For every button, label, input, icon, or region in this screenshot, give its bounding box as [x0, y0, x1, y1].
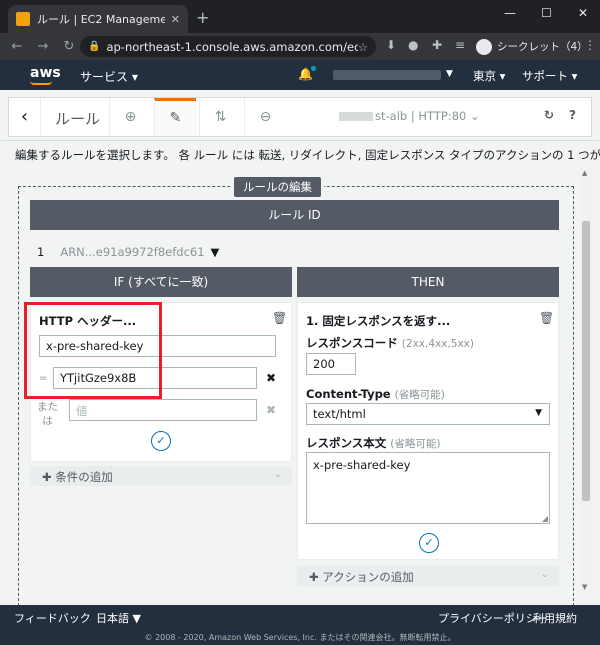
console-footer: フィードバック 日本語 ▼ プライバシーポリシー 利用規約 © 2008 - 2…: [0, 605, 600, 645]
info-text: 編集するルールを選択します。 各 ルール には 転送, リダイレクト, 固定レス…: [0, 140, 600, 167]
add-condition-button[interactable]: ✚ 条件の追加 ⌄: [30, 466, 292, 486]
if-header: IF (すべてに一致): [30, 267, 292, 297]
help-icon[interactable]: ?: [569, 108, 576, 122]
url-text: ap-northeast-1.console.aws.amazon.com/ec…: [106, 39, 358, 54]
response-body-text: x-pre-shared-key: [313, 458, 411, 472]
highlight-annotation-box: [24, 302, 162, 399]
incognito-icon: [476, 38, 492, 55]
remove-value-icon[interactable]: ✖: [266, 371, 276, 385]
incognito-indicator[interactable]: シークレット（4）: [476, 37, 588, 56]
content-type-select[interactable]: text/html ▼: [306, 403, 550, 425]
lb-name-suffix: st-alb: [375, 109, 408, 123]
feedback-link[interactable]: フィードバック: [14, 610, 91, 626]
add-condition-label: ✚ 条件の追加: [42, 470, 113, 484]
aws-smile-icon: [30, 81, 52, 85]
reading-list-icon[interactable]: ≡: [455, 38, 465, 52]
browser-toolbar: ← → ↻ 🔒 ap-northeast-1.console.aws.amazo…: [0, 33, 600, 60]
back-button[interactable]: ‹: [9, 98, 41, 136]
rule-number: 1: [37, 245, 45, 259]
page-scrollbar[interactable]: ▲ ▼: [580, 167, 592, 593]
or-label: または: [37, 401, 58, 427]
edit-rule-icon[interactable]: ✎: [154, 98, 196, 136]
tab-close-icon[interactable]: ✕: [171, 13, 180, 26]
content-type-label: Content-Type (省略可能): [306, 387, 445, 401]
services-menu[interactable]: サービス ▾: [80, 68, 138, 85]
delete-action-icon[interactable]: 🗑: [539, 311, 554, 325]
confirm-condition-icon[interactable]: ✓: [151, 431, 171, 451]
extensions-puzzle-icon[interactable]: ✚: [432, 38, 442, 52]
refresh-icon[interactable]: ↻: [544, 108, 554, 122]
rules-title: ルール: [55, 110, 101, 128]
bookmark-star-icon[interactable]: ☆: [358, 40, 368, 54]
rule-arn-row[interactable]: 1 ARN...e91a9972f8efdc61 ▼: [37, 245, 219, 259]
reorder-rules-icon[interactable]: ⇅: [199, 98, 241, 136]
lock-icon: 🔒: [88, 41, 101, 52]
edit-rule-legend: ルールの編集: [234, 177, 321, 197]
chevron-down-icon: ⌄: [273, 469, 282, 480]
arn-dropdown-icon[interactable]: ▼: [211, 245, 220, 259]
support-menu[interactable]: サポート ▾: [522, 68, 577, 84]
add-action-button[interactable]: ✚ アクションの追加 ⌄: [297, 566, 559, 586]
account-name-redacted[interactable]: [333, 70, 441, 80]
rule-arn: ARN...e91a9972f8efdc61: [60, 245, 205, 259]
aws-console-header: aws サービス ▾ 🔔 ▼ 東京 ▾ サポート ▾: [0, 60, 600, 90]
content-type-value: text/html: [313, 407, 366, 421]
address-bar[interactable]: 🔒 ap-northeast-1.console.aws.amazon.com/…: [80, 36, 376, 57]
aws-logo-text: aws: [30, 65, 61, 81]
scroll-up-icon[interactable]: ▲: [582, 169, 587, 177]
chevron-down-icon: ⌄: [540, 569, 549, 580]
rule-id-header: ルール ID: [30, 200, 559, 230]
aws-favicon-icon: [16, 12, 30, 26]
region-menu[interactable]: 東京 ▾: [473, 68, 505, 84]
remove-empty-value-icon[interactable]: ✖: [266, 403, 276, 417]
aws-logo[interactable]: aws: [30, 65, 61, 85]
reload-icon[interactable]: ↻: [56, 39, 82, 54]
additional-value-input[interactable]: 値: [69, 399, 257, 421]
response-body-label: レスポンス本文 (省略可能): [306, 436, 441, 450]
rules-toolbar: ‹ ルール ⊕ ✎ ⇅ ⊖ st-alb | HTTP:80 ⌄ ↻ ?: [0, 90, 600, 140]
response-body-textarea[interactable]: x-pre-shared-key ◢: [306, 452, 550, 524]
new-tab-icon[interactable]: +: [196, 8, 209, 27]
add-action-label: ✚ アクションの追加: [309, 570, 414, 584]
response-code-label: レスポンスコード (2xx,4xx,5xx): [306, 336, 474, 350]
resize-handle-icon[interactable]: ◢: [542, 514, 548, 523]
incognito-label: シークレット（4）: [497, 41, 588, 53]
language-selector[interactable]: 日本語 ▼: [96, 610, 141, 626]
account-caret-icon[interactable]: ▼: [446, 69, 453, 79]
extension-download-icon[interactable]: ⬇: [386, 38, 396, 52]
browser-tab-strip: ルール | EC2 Management Console ✕ + — ☐ ✕: [0, 0, 600, 33]
listener-label: | HTTP:80 ⌄: [410, 109, 480, 123]
back-icon[interactable]: ←: [4, 39, 30, 54]
confirm-action-icon[interactable]: ✓: [419, 533, 439, 553]
tab-title: ルール | EC2 Management Console: [37, 13, 165, 26]
forward-icon[interactable]: →: [30, 39, 56, 54]
maximize-icon[interactable]: ☐: [541, 6, 552, 20]
then-header: THEN: [297, 267, 559, 297]
add-rule-icon[interactable]: ⊕: [109, 98, 151, 136]
terms-link[interactable]: 利用規約: [533, 610, 577, 626]
lb-name-redacted: [339, 111, 373, 121]
browser-menu-icon[interactable]: ⋮: [584, 38, 596, 52]
action-title: 1. 固定レスポンスを返す...: [306, 314, 451, 328]
select-arrow-icon: ▼: [535, 408, 542, 418]
action-card: 1. 固定レスポンスを返す... 🗑 レスポンスコード (2xx,4xx,5xx…: [297, 302, 559, 560]
scroll-down-icon[interactable]: ▼: [582, 583, 587, 591]
notification-bell-icon[interactable]: 🔔: [298, 66, 316, 81]
response-code-input[interactable]: 200: [306, 353, 356, 375]
scrollbar-thumb[interactable]: [582, 221, 590, 501]
delete-rule-icon[interactable]: ⊖: [244, 98, 286, 136]
minimize-icon[interactable]: —: [504, 6, 516, 20]
copyright-text: © 2008 - 2020, Amazon Web Services, Inc.…: [144, 633, 456, 642]
extension-icon[interactable]: ●: [408, 38, 418, 52]
window-close-icon[interactable]: ✕: [578, 6, 588, 20]
browser-tab[interactable]: ルール | EC2 Management Console ✕: [8, 5, 188, 33]
listener-selector[interactable]: st-alb | HTTP:80 ⌄: [339, 109, 480, 123]
delete-condition-icon[interactable]: 🗑: [272, 311, 287, 325]
privacy-policy-link[interactable]: プライバシーポリシー: [438, 610, 548, 626]
